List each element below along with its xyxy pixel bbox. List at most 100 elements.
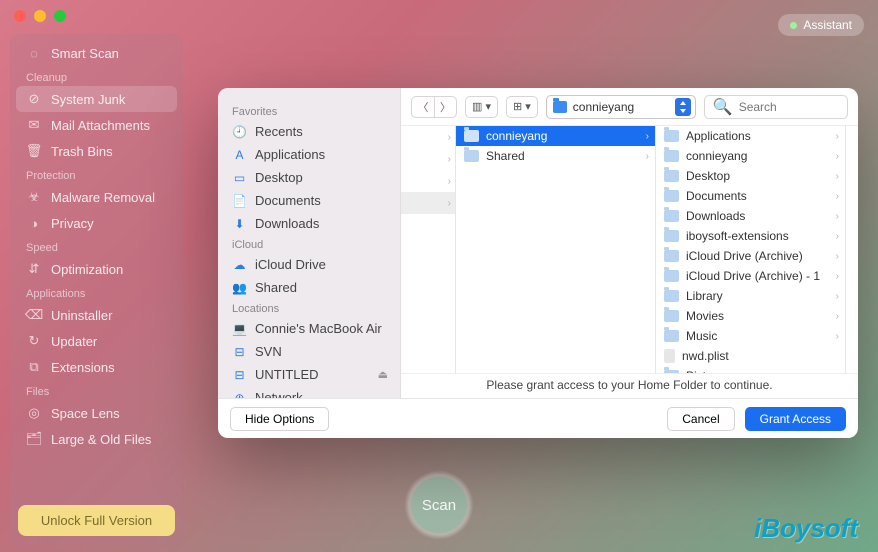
browser-row[interactable]: Documents› [656, 186, 845, 206]
minimize-icon[interactable] [34, 10, 46, 22]
finder-sidebar-item[interactable]: ⊟UNTITLED⏏ [218, 363, 400, 386]
finder-sidebar-item[interactable]: ☁iCloud Drive [218, 253, 400, 276]
cancel-button[interactable]: Cancel [667, 407, 734, 431]
finder-sidebar-item[interactable]: ⊟SVN [218, 340, 400, 363]
finder-sidebar-label: Connie's MacBook Air [255, 321, 382, 336]
finder-sidebar-label: Recents [255, 124, 303, 139]
sidebar-item-mail-attachments[interactable]: ✉Mail Attachments [16, 112, 177, 138]
zoom-icon[interactable] [54, 10, 66, 22]
column-0: › › › › [401, 126, 456, 373]
sidebar-item-label: Uninstaller [51, 308, 112, 323]
finder-sidebar-item[interactable]: AApplications [218, 143, 400, 166]
row-label: Downloads [686, 209, 745, 223]
path-popup[interactable]: connieyang [546, 95, 696, 119]
browser-row[interactable]: Movies› [656, 306, 845, 326]
finder-sidebar-item[interactable]: 📄Documents [218, 189, 400, 212]
chevron-right-icon: › [836, 271, 839, 282]
file-icon [664, 349, 675, 363]
app-shell: Assistant ◌ Smart Scan Cleanup⊘System Ju… [0, 0, 878, 552]
browser-row[interactable]: Applications› [656, 126, 845, 146]
browser-row[interactable]: Music› [656, 326, 845, 346]
finder-sidebar-item[interactable]: 👥Shared [218, 276, 400, 299]
chevron-right-icon: › [646, 151, 649, 162]
grant-access-button[interactable]: Grant Access [745, 407, 846, 431]
sidebar-entry-icon: ⊟ [232, 345, 247, 359]
browser-row[interactable]: Shared› [456, 146, 655, 166]
row-label: connieyang [686, 149, 747, 163]
sidebar-item-optimization[interactable]: ⇵Optimization [16, 256, 177, 282]
sidebar-entry-icon: 💻 [232, 322, 247, 336]
finder-sidebar-item[interactable]: 💻 Connie's MacBook Air [218, 317, 400, 340]
sidebar-item-uninstaller[interactable]: ⌫Uninstaller [16, 302, 177, 328]
chevron-right-icon: › [836, 371, 839, 374]
folder-icon [464, 150, 479, 162]
browser-row[interactable]: Pictures› [656, 366, 845, 373]
scan-button[interactable]: Scan [404, 470, 474, 540]
finder-sidebar-label: Network [255, 390, 303, 398]
finder-sidebar-item[interactable]: ⊕Network [218, 386, 400, 398]
sidebar-entry-icon: ▭ [232, 171, 247, 185]
hide-options-button[interactable]: Hide Options [230, 407, 329, 431]
browser-row[interactable]: iCloud Drive (Archive) - 1› [656, 266, 845, 286]
sidebar-item-label: Updater [51, 334, 97, 349]
browser-row[interactable]: connieyang› [656, 146, 845, 166]
row-label: Library [686, 289, 723, 303]
browser-row[interactable]: Library› [656, 286, 845, 306]
brand-logo: iBoysoft [754, 513, 858, 544]
app-sidebar: ◌ Smart Scan Cleanup⊘System Junk✉Mail At… [10, 34, 183, 546]
chevron-right-icon: › [836, 131, 839, 142]
finder-sidebar-item[interactable]: 🕘Recents [218, 120, 400, 143]
finder-sidebar-heading: iCloud [218, 235, 400, 253]
sidebar-group-title: Applications [16, 282, 177, 302]
finder-sidebar-label: Documents [255, 193, 321, 208]
sidebar-group-title: Files [16, 380, 177, 400]
unlock-full-version-button[interactable]: Unlock Full Version [18, 505, 175, 536]
sidebar-item-large-old-files[interactable]: 🗂Large & Old Files [16, 426, 177, 452]
chevron-right-icon: › [836, 211, 839, 222]
eject-icon[interactable]: ⏏ [378, 368, 388, 381]
sidebar-item-extensions[interactable]: ⧉Extensions [16, 354, 177, 380]
sidebar-item-trash-bins[interactable]: 🗑Trash Bins [16, 138, 177, 164]
row-label: connieyang [486, 129, 547, 143]
browser-row[interactable]: nwd.plist [656, 346, 845, 366]
column-browser: › › › › connieyang›Shared› Applications›… [401, 126, 858, 373]
open-panel-body: Favorites🕘RecentsAApplications▭Desktop📄D… [218, 88, 858, 398]
nav-back-icon[interactable]: 〈 [412, 97, 434, 117]
space-lens-icon: ◎ [26, 405, 42, 421]
folder-icon [664, 130, 679, 142]
browser-row[interactable]: Desktop› [656, 166, 845, 186]
chevron-right-icon: › [836, 191, 839, 202]
close-icon[interactable] [14, 10, 26, 22]
sidebar-item-updater[interactable]: ↻Updater [16, 328, 177, 354]
sidebar-item-space-lens[interactable]: ◎ Space Lens [16, 400, 177, 426]
search-input[interactable] [739, 100, 839, 114]
assistant-label: Assistant [803, 18, 852, 32]
sidebar-item-system-junk[interactable]: ⊘System Junk [16, 86, 177, 112]
privacy-icon: ◑ [26, 215, 42, 231]
browser-row[interactable]: iCloud Drive (Archive)› [656, 246, 845, 266]
chevron-right-icon: › [836, 171, 839, 182]
folder-icon [664, 230, 679, 242]
sidebar-item-malware-removal[interactable]: ☣Malware Removal [16, 184, 177, 210]
finder-sidebar-item[interactable]: ⬇Downloads [218, 212, 400, 235]
column-0-row[interactable]: › [401, 170, 455, 192]
column-0-row[interactable]: › [401, 126, 455, 148]
search-field[interactable]: 🔍 [704, 95, 848, 119]
sidebar-item-smart-scan[interactable]: ◌ Smart Scan [16, 40, 177, 66]
finder-sidebar-item[interactable]: ▭Desktop [218, 166, 400, 189]
browser-row[interactable]: iboysoft-extensions› [656, 226, 845, 246]
finder-sidebar-heading: Locations [218, 299, 400, 317]
path-step-icon[interactable] [675, 98, 691, 116]
browser-row[interactable]: Downloads › [656, 206, 845, 226]
nav-back-forward[interactable]: 〈 〉 [411, 96, 457, 118]
sidebar-item-privacy[interactable]: ◑Privacy [16, 210, 177, 236]
view-group-button[interactable]: ⊞ ▾ [506, 96, 538, 118]
sidebar-item-label: Space Lens [51, 406, 120, 421]
browser-row[interactable]: connieyang› [456, 126, 655, 146]
view-columns-button[interactable]: ▥ ▾ [465, 96, 498, 118]
column-0-row[interactable]: › [401, 192, 455, 214]
column-0-row[interactable]: › [401, 148, 455, 170]
assistant-badge[interactable]: Assistant [778, 14, 864, 36]
hide-options-label: Hide Options [245, 412, 314, 426]
nav-forward-icon[interactable]: 〉 [434, 97, 456, 117]
